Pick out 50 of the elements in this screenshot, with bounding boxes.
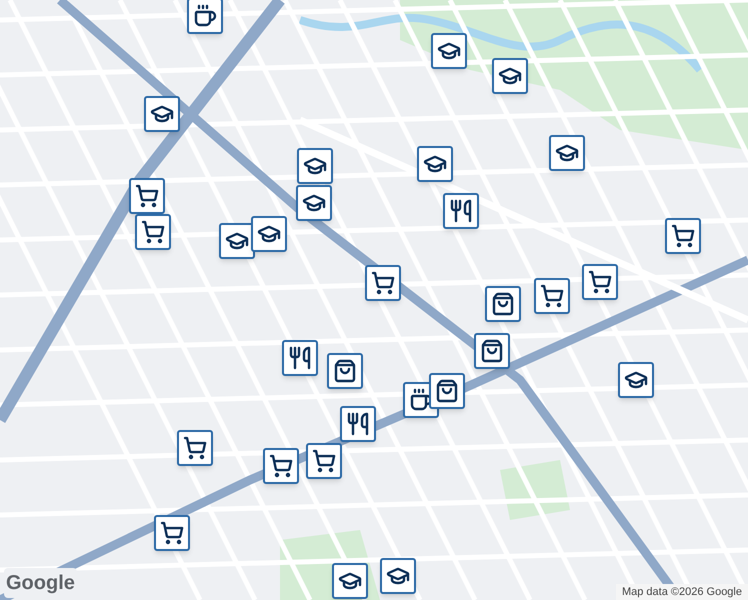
map-marker[interactable] <box>429 373 465 409</box>
cart-icon <box>312 449 336 473</box>
map-marker[interactable] <box>296 185 332 221</box>
bag-icon <box>480 339 504 363</box>
cart-icon <box>671 224 695 248</box>
cart-icon <box>371 271 395 295</box>
google-logo: Google <box>4 568 77 598</box>
map-marker[interactable] <box>365 265 401 301</box>
cart-icon <box>540 284 564 308</box>
cart-icon <box>183 436 207 460</box>
map-marker[interactable] <box>492 58 528 94</box>
map-marker[interactable] <box>431 33 467 69</box>
map-marker[interactable] <box>177 430 213 466</box>
map-marker[interactable] <box>380 558 416 594</box>
map-marker[interactable] <box>297 148 333 184</box>
map-marker[interactable] <box>340 406 376 442</box>
map-marker[interactable] <box>306 443 342 479</box>
map-marker[interactable] <box>549 135 585 171</box>
cart-icon <box>135 184 159 208</box>
bag-icon <box>435 379 459 403</box>
attribution-text: Map data ©2026 Google <box>616 584 748 600</box>
map-marker[interactable] <box>154 515 190 551</box>
cart-icon <box>269 454 293 478</box>
map-marker[interactable] <box>263 448 299 484</box>
map-marker[interactable] <box>332 563 368 599</box>
cart-icon <box>141 220 165 244</box>
map-marker[interactable] <box>187 0 223 34</box>
fork-knife-icon <box>449 199 473 223</box>
cart-icon <box>588 270 612 294</box>
bag-icon <box>333 359 357 383</box>
map-marker[interactable] <box>219 223 255 259</box>
map-marker[interactable] <box>474 333 510 369</box>
map-marker[interactable] <box>443 193 479 229</box>
map-marker[interactable] <box>665 218 701 254</box>
cup-icon <box>193 4 217 28</box>
map-marker[interactable] <box>282 340 318 376</box>
map-marker[interactable] <box>251 216 287 252</box>
map-marker[interactable] <box>327 353 363 389</box>
fork-knife-icon <box>288 346 312 370</box>
map-marker[interactable] <box>618 362 654 398</box>
map-marker[interactable] <box>144 96 180 132</box>
map-marker[interactable] <box>129 178 165 214</box>
map-marker[interactable] <box>534 278 570 314</box>
map-marker[interactable] <box>485 286 521 322</box>
map-marker[interactable] <box>417 146 453 182</box>
map-marker[interactable] <box>582 264 618 300</box>
cart-icon <box>160 521 184 545</box>
map-marker[interactable] <box>135 214 171 250</box>
bag-icon <box>491 292 515 316</box>
fork-knife-icon <box>346 412 370 436</box>
